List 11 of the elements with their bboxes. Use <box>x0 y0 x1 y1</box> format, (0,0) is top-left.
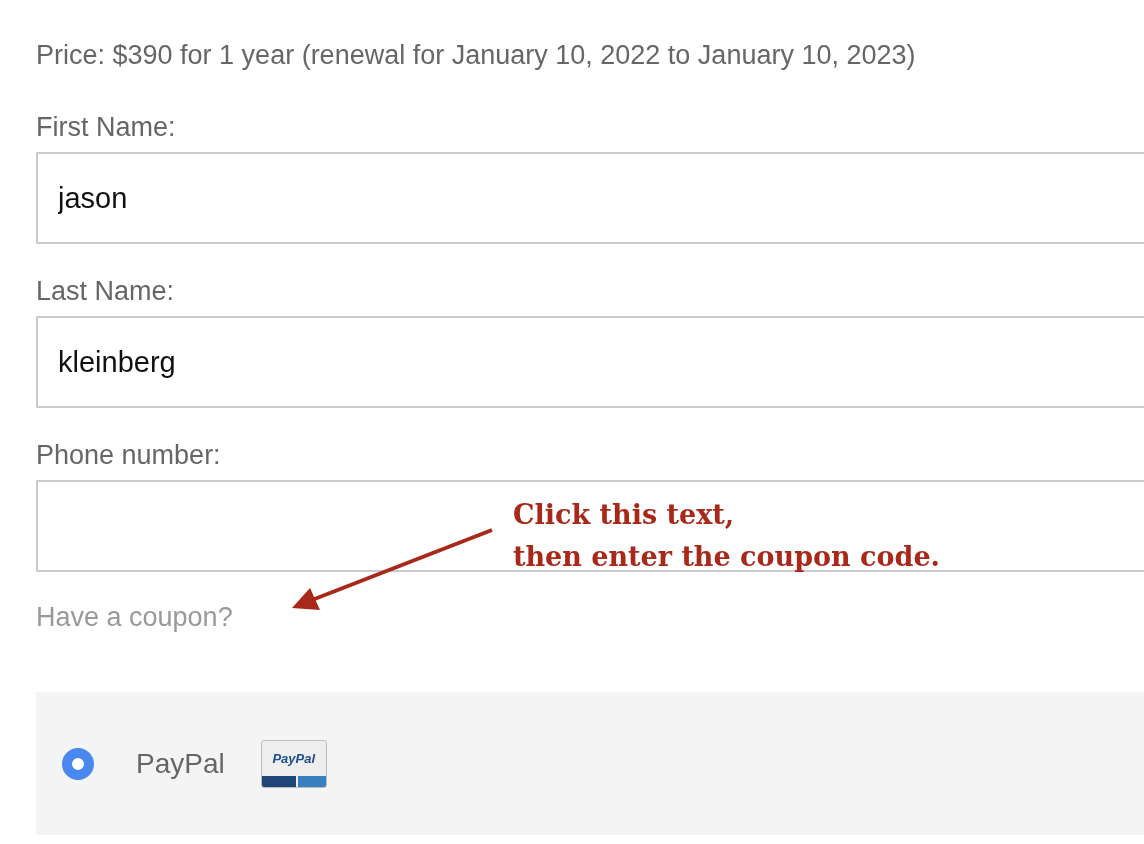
field-label: First Name: <box>36 111 177 144</box>
input-field[interactable]: jason <box>36 152 1144 244</box>
payment-label: PayPal <box>136 747 225 780</box>
price-text: Price: $390 for 1 year (renewal for January 10, 2022 to January 10, 2023) <box>36 39 917 72</box>
field-label: Phone number: <box>36 439 222 472</box>
input-field[interactable] <box>36 480 1144 572</box>
annotation-text: Click this text, then enter the coupon code. <box>513 498 940 574</box>
field-label: Last Name: <box>36 275 176 308</box>
input-field[interactable]: kleinberg <box>36 316 1144 408</box>
paypal-logo: PayPal <box>260 739 327 788</box>
radio-button[interactable] <box>62 747 94 780</box>
